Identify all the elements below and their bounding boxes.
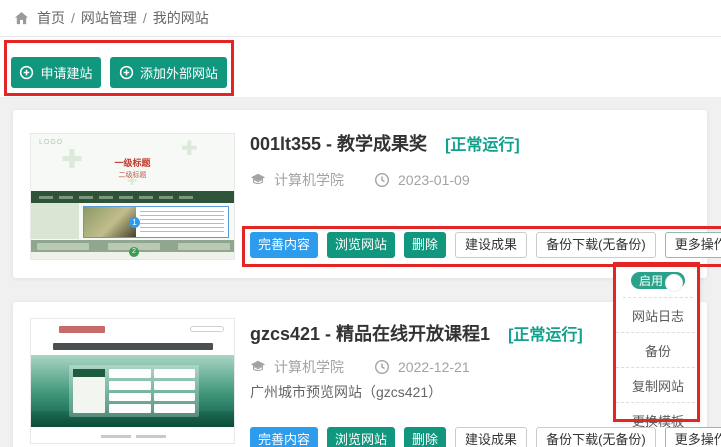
site-meta: 计算机学院 2023-01-09 [250, 170, 470, 190]
plus-circle-icon [19, 65, 34, 80]
delete-button[interactable]: 删除 [404, 427, 446, 447]
menu-item-site-log[interactable]: 网站日志 [616, 298, 700, 332]
backup-download-button[interactable]: 备份下载(无备份) [536, 232, 656, 258]
site-card-001lt355: LOGO ✚ ✚ ✚ 一级标题 二级标题 1 2 001lt355 - 教学成果… [13, 110, 707, 278]
thumb-text-lines [140, 211, 224, 233]
thumb-step-badge-1: 1 [129, 217, 140, 228]
site-title[interactable]: 001lt355 - 教学成果奖 [250, 130, 427, 156]
clock-icon [374, 172, 390, 188]
more-actions-button[interactable]: 更多操作 [665, 232, 721, 258]
thumb-panel [69, 365, 199, 417]
status-badge: [正常运行] [508, 321, 583, 345]
thumb-panel-sidebar [73, 369, 105, 413]
thumb-header [31, 319, 235, 339]
add-external-site-button[interactable]: 添加外部网站 [110, 57, 227, 88]
thumb-search-bar [190, 326, 224, 332]
site-thumbnail[interactable]: LOGO ✚ ✚ ✚ 一级标题 二级标题 1 2 [30, 133, 235, 260]
thumb-hero [31, 355, 235, 427]
site-title[interactable]: gzcs421 - 精品在线开放课程1 [250, 320, 490, 346]
enable-toggle-label: 启用 [639, 272, 663, 289]
browse-site-button[interactable]: 浏览网站 [327, 427, 395, 447]
breadcrumb-separator: / [71, 10, 75, 26]
plus-circle-icon [119, 65, 134, 80]
improve-content-button[interactable]: 完善内容 [250, 427, 318, 447]
my-websites-page: 首页 / 网站管理 / 我的网站 申请建站 添加外部网站 LOGO ✚ ✚ ✚ … [0, 0, 721, 447]
apply-site-button[interactable]: 申请建站 [11, 57, 101, 88]
site-card-gzcs421: gzcs421 - 精品在线开放课程1 [正常运行] 计算机学院 2022-12… [13, 302, 707, 447]
top-action-bar: 申请建站 添加外部网站 [0, 37, 721, 97]
clock-icon [374, 359, 390, 375]
thumb-sidebar [31, 203, 79, 239]
thumb-logo [59, 326, 105, 333]
site-thumbnail[interactable] [30, 318, 235, 444]
breadcrumb-site-management[interactable]: 网站管理 [81, 8, 137, 28]
thumb-heading2: 二级标题 [31, 170, 234, 180]
menu-item-change-template[interactable]: 更换模板 [616, 402, 700, 437]
improve-content-button[interactable]: 完善内容 [250, 232, 318, 258]
breadcrumb-separator: / [143, 10, 147, 26]
toggle-knob [665, 274, 683, 292]
breadcrumb-home[interactable]: 首页 [37, 8, 65, 28]
site-date: 2022-12-21 [398, 359, 470, 375]
college-icon [250, 359, 266, 375]
status-badge: [正常运行] [445, 131, 520, 155]
college-name: 计算机学院 [274, 170, 344, 190]
college-icon [250, 172, 266, 188]
site-date: 2023-01-09 [398, 172, 470, 188]
apply-site-label: 申请建站 [40, 63, 92, 82]
enable-toggle[interactable]: 启用 [631, 272, 685, 289]
add-external-site-label: 添加外部网站 [140, 63, 218, 82]
site-meta: 计算机学院 2022-12-21 [250, 357, 470, 377]
thumb-heading1: 一级标题 [31, 156, 234, 169]
achievements-button[interactable]: 建设成果 [455, 232, 527, 258]
college-name: 计算机学院 [274, 357, 344, 377]
thumb-navbar [31, 191, 235, 203]
menu-item-backup[interactable]: 备份 [616, 332, 700, 367]
menu-item-copy-site[interactable]: 复制网站 [616, 367, 700, 402]
more-actions-dropdown: 启用 网站日志 备份 复制网站 更换模板 [616, 264, 700, 421]
thumb-step-badge-2: 2 [129, 247, 139, 257]
delete-button[interactable]: 删除 [404, 232, 446, 258]
thumb-button-grid [109, 369, 195, 413]
thumb-content-box [83, 206, 229, 238]
site-actions-row: 完善内容 浏览网站 删除 建设成果 备份下载(无备份) 更多操作 [250, 232, 721, 258]
thumb-logo-text: LOGO [39, 139, 63, 146]
breadcrumb: 首页 / 网站管理 / 我的网站 [0, 0, 721, 37]
achievements-button[interactable]: 建设成果 [455, 427, 527, 447]
thumb-footer [31, 427, 235, 444]
breadcrumb-current: 我的网站 [153, 8, 209, 28]
thumb-title-bar [53, 343, 213, 350]
home-icon [14, 11, 29, 26]
browse-site-button[interactable]: 浏览网站 [327, 232, 395, 258]
preview-site-note: 广州城市预览网站（gzcs421） [250, 382, 442, 402]
